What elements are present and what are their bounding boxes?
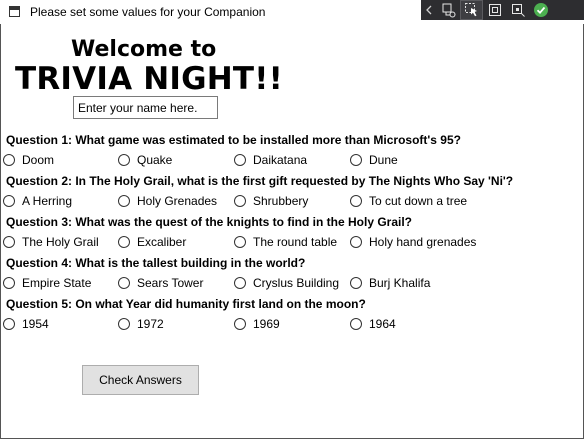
binding-failures-ok-icon[interactable] [529,0,552,20]
option-label: A Herring [22,194,73,208]
option-label: To cut down a tree [369,194,468,208]
option-label: Burj Khalifa [369,276,431,290]
q3-option-2[interactable]: Excaliber [118,235,186,249]
option-label: Doom [22,153,55,167]
option-label: Cryslus Building [253,276,340,290]
track-focus-icon[interactable] [506,0,529,20]
radio-button[interactable] [350,318,362,330]
radio-button[interactable] [3,318,15,330]
radio-button[interactable] [3,154,15,166]
option-label: Excaliber [137,235,187,249]
q3-option-3[interactable]: The round table [234,235,337,249]
q4-option-3[interactable]: Cryslus Building [234,276,339,290]
radio-button[interactable] [234,277,246,289]
q5-option-2[interactable]: 1972 [118,317,164,331]
question-1-label: Question 1: What game was estimated to b… [6,133,461,147]
app-window-icon [9,6,20,17]
q1-option-2[interactable]: Quake [118,153,172,167]
radio-button[interactable] [350,236,362,248]
trivia-night-title: TRIVIA NIGHT!! [15,61,283,97]
radio-button[interactable] [3,277,15,289]
radio-button[interactable] [118,277,130,289]
radio-button[interactable] [350,195,362,207]
display-layout-adorners-icon[interactable] [483,0,506,20]
radio-button[interactable] [118,195,130,207]
option-label: Holy Grenades [137,194,218,208]
q5-option-1[interactable]: 1954 [3,317,49,331]
question-3-label: Question 3: What was the quest of the kn… [6,215,413,229]
q1-option-3[interactable]: Daikatana [234,153,307,167]
radio-button[interactable] [118,236,130,248]
option-label: 1954 [22,317,49,331]
live-visual-tree-icon[interactable] [437,0,460,20]
option-label: The round table [253,235,338,249]
q2-option-2[interactable]: Holy Grenades [118,194,217,208]
q2-option-3[interactable]: Shrubbery [234,194,308,208]
q5-option-3[interactable]: 1969 [234,317,280,331]
q1-option-4[interactable]: Dune [350,153,398,167]
option-label: Empire State [22,276,92,290]
option-label: 1972 [137,317,164,331]
option-label: Dune [369,153,398,167]
question-2-label: Question 2: In The Holy Grail, what is t… [6,174,514,188]
radio-button[interactable] [118,318,130,330]
option-label: 1964 [369,317,396,331]
radio-button[interactable] [234,154,246,166]
option-label: Daikatana [253,153,308,167]
collapse-toolbar-icon[interactable] [421,0,437,20]
question-4-label: Question 4: What is the tallest building… [6,256,306,270]
option-label: Quake [137,153,173,167]
radio-button[interactable] [234,318,246,330]
radio-button[interactable] [234,195,246,207]
select-element-icon[interactable] [460,0,483,20]
q1-option-1[interactable]: Doom [3,153,54,167]
radio-button[interactable] [350,277,362,289]
option-label: Shrubbery [253,194,309,208]
q4-option-2[interactable]: Sears Tower [118,276,203,290]
check-answers-button[interactable]: Check Answers [82,365,199,395]
q4-option-4[interactable]: Burj Khalifa [350,276,430,290]
window-title: Please set some values for your Companio… [30,5,266,19]
option-label: 1969 [253,317,280,331]
question-5-label: Question 5: On what Year did humanity fi… [6,297,366,311]
xaml-debug-toolbar [421,0,584,20]
q2-option-1[interactable]: A Herring [3,194,72,208]
radio-button[interactable] [3,195,15,207]
q2-option-4[interactable]: To cut down a tree [350,194,467,208]
option-label: Holy hand grenades [369,235,477,249]
q5-option-4[interactable]: 1964 [350,317,396,331]
q4-option-1[interactable]: Empire State [3,276,91,290]
option-label: Sears Tower [137,276,204,290]
radio-button[interactable] [3,236,15,248]
radio-button[interactable] [118,154,130,166]
radio-button[interactable] [234,236,246,248]
q3-option-4[interactable]: Holy hand grenades [350,235,476,249]
radio-button[interactable] [350,154,362,166]
name-input[interactable] [73,96,218,119]
q3-option-1[interactable]: The Holy Grail [3,235,99,249]
option-label: The Holy Grail [22,235,99,249]
